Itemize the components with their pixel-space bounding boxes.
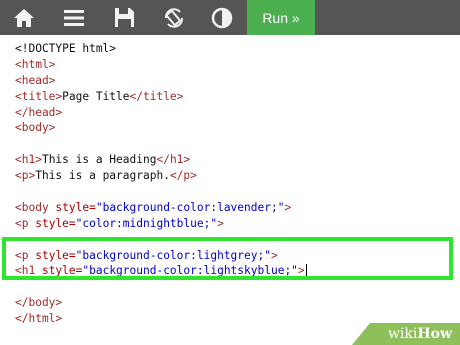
editor-toolbar: Run » xyxy=(0,0,460,35)
watermark-part1: wiki xyxy=(387,326,418,342)
home-icon[interactable] xyxy=(4,0,44,35)
code-token: > xyxy=(217,216,224,230)
code-token: <p> xyxy=(15,169,36,183)
code-token: <body> xyxy=(15,121,56,135)
code-token: </p> xyxy=(169,169,197,183)
code-token: </title> xyxy=(129,89,184,103)
rotate-icon[interactable] xyxy=(154,0,194,35)
code-token: <!DOCTYPE html> xyxy=(15,42,117,55)
code-token: style= xyxy=(55,200,96,214)
code-line: </html> xyxy=(15,311,307,327)
code-editor[interactable]: <!DOCTYPE html> <html> <head> <title>Page T… xyxy=(0,35,460,345)
code-token: <head> xyxy=(15,73,56,87)
code-line: <body> xyxy=(15,120,307,136)
menu-icon[interactable] xyxy=(54,0,94,35)
code-token: </body> xyxy=(15,296,63,310)
code-line: <html> xyxy=(15,57,307,73)
code-line: <head> xyxy=(15,73,307,89)
highlight-box xyxy=(2,237,453,280)
watermark-part2: How xyxy=(417,326,452,342)
code-line: <p>This is a paragraph.</p> xyxy=(15,168,307,184)
code-token: </head> xyxy=(15,105,63,119)
code-token: style= xyxy=(35,216,76,230)
code-token: </html> xyxy=(15,312,63,326)
code-token: <h1> xyxy=(15,153,42,167)
code-token: This is a paragraph. xyxy=(35,169,170,183)
code-token: <html> xyxy=(15,57,56,71)
code-line: <!DOCTYPE html> xyxy=(15,41,307,57)
run-button[interactable]: Run » xyxy=(247,0,315,35)
code-line: <body style="background-color:lavender;"… xyxy=(15,200,307,216)
code-line: <p style="color:midnightblue;"> xyxy=(15,216,307,232)
code-token: "background-color:lavender;" xyxy=(95,200,285,214)
code-content[interactable]: <!DOCTYPE html> <html> <head> <title>Page T… xyxy=(15,41,307,327)
wikihow-watermark: wiki How xyxy=(352,323,460,345)
code-token: > xyxy=(284,200,292,214)
code-token: <body xyxy=(15,200,56,214)
contrast-icon[interactable] xyxy=(202,0,242,35)
code-token: <title> xyxy=(15,89,63,103)
code-token: Page Title xyxy=(62,89,130,103)
code-line: </head> xyxy=(15,105,307,121)
code-line: <title>Page Title</title> xyxy=(15,89,307,105)
code-token: This is a Heading xyxy=(41,153,157,167)
code-line: <h1>This is a Heading</h1> xyxy=(15,152,307,168)
save-icon[interactable] xyxy=(104,0,144,35)
code-line: </body> xyxy=(15,295,307,311)
code-token: "color:midnightblue;" xyxy=(75,216,218,230)
code-token: <p xyxy=(15,216,36,230)
code-token: </h1> xyxy=(156,153,191,167)
